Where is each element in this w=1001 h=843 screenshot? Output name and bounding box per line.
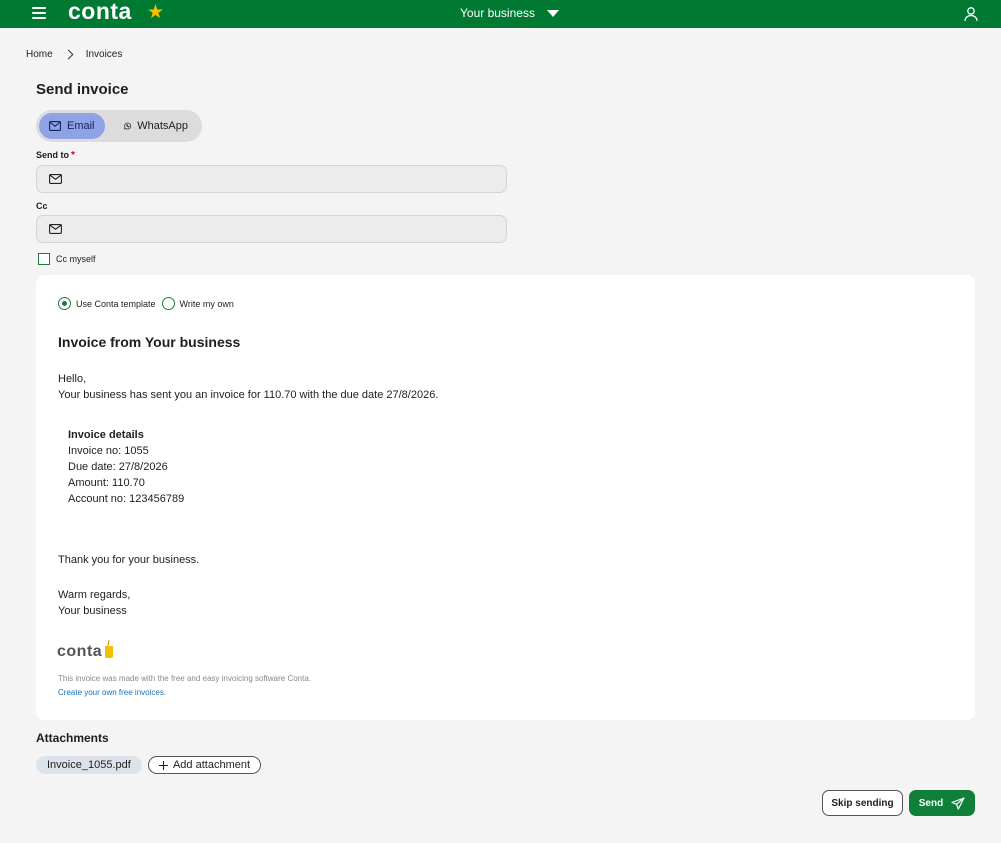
business-name: Your business [460, 6, 535, 20]
cc-myself-label: Cc myself [56, 254, 96, 264]
top-bar: conta ★ Your business [0, 0, 1001, 28]
details-heading: Invoice details [68, 429, 144, 441]
send-to-label-text: Send to [36, 150, 69, 160]
attachments-title: Attachments [36, 731, 109, 745]
breadcrumb-invoices[interactable]: Invoices [86, 49, 123, 60]
channel-toggle: Email WhatsApp [36, 110, 202, 142]
send-icon [951, 796, 965, 810]
cc-input[interactable] [75, 220, 495, 238]
message-thanks: Thank you for your business. [58, 554, 200, 566]
send-to-input[interactable] [75, 170, 495, 188]
chevron-right-icon [63, 49, 74, 60]
use-template-label: Use Conta template [76, 298, 156, 309]
radio-unselected-icon [161, 297, 175, 310]
menu-icon[interactable] [32, 7, 46, 20]
conta-logo[interactable]: conta [68, 0, 132, 25]
send-button[interactable]: Send [909, 790, 975, 816]
mail-icon [49, 224, 62, 234]
cc-myself-checkbox[interactable] [38, 253, 50, 265]
account-number: Account no: 123456789 [68, 493, 185, 505]
write-own-radio[interactable]: Write my own [161, 297, 234, 310]
breadcrumb: Home Invoices [26, 49, 122, 60]
required-marker: * [71, 150, 75, 161]
template-options: Use Conta template Write my own [58, 297, 240, 310]
message-signature: Your business [58, 605, 127, 617]
star-icon[interactable]: ★ [147, 3, 164, 23]
page-title: Send invoice [36, 81, 129, 98]
message-preview-card: Use Conta template Write my own Invoice … [36, 275, 975, 720]
email-tab[interactable]: Email [39, 113, 105, 139]
invoice-number: Invoice no: 1055 [68, 445, 149, 457]
write-own-label: Write my own [179, 298, 234, 309]
chevron-down-icon [546, 9, 559, 17]
footer-note: This invoice was made with the free and … [58, 674, 312, 683]
mail-icon [49, 174, 62, 184]
footer-link[interactable]: Create your own free invoices. [58, 688, 166, 697]
plus-icon [158, 760, 168, 770]
send-to-label: Send to * [36, 150, 75, 161]
cc-label: Cc [36, 201, 48, 211]
skip-sending-button[interactable]: Skip sending [822, 790, 903, 816]
attachment-chip[interactable]: Invoice_1055.pdf [36, 756, 142, 774]
whatsapp-tab[interactable]: WhatsApp [114, 113, 198, 139]
use-template-radio[interactable]: Use Conta template [58, 297, 156, 310]
brand-logo-text: conta [57, 643, 103, 660]
amount: Amount: 110.70 [68, 477, 145, 489]
send-to-field[interactable] [36, 165, 507, 193]
radio-selected-icon [58, 297, 71, 310]
user-icon[interactable] [963, 6, 979, 22]
cup-icon [105, 646, 114, 658]
conta-brand-logo: conta [57, 643, 114, 661]
add-attachment-label: Add attachment [172, 759, 251, 771]
breadcrumb-home[interactable]: Home [26, 49, 53, 60]
add-attachment-button[interactable]: Add attachment [148, 756, 261, 774]
send-button-label: Send [918, 797, 944, 809]
cc-myself-option[interactable]: Cc myself [38, 253, 96, 265]
email-tab-label: Email [67, 120, 95, 132]
whatsapp-tab-label: WhatsApp [137, 120, 188, 132]
message-regards: Warm regards, [58, 589, 131, 601]
mail-icon [49, 121, 61, 131]
business-switcher[interactable]: Your business [460, 6, 559, 20]
cc-field[interactable] [36, 215, 507, 243]
message-greeting: Hello, [58, 373, 87, 385]
message-intro: Your business has sent you an invoice fo… [58, 389, 439, 401]
due-date: Due date: 27/8/2026 [68, 461, 168, 473]
whatsapp-icon [124, 122, 132, 130]
message-title: Invoice from Your business [58, 334, 241, 350]
